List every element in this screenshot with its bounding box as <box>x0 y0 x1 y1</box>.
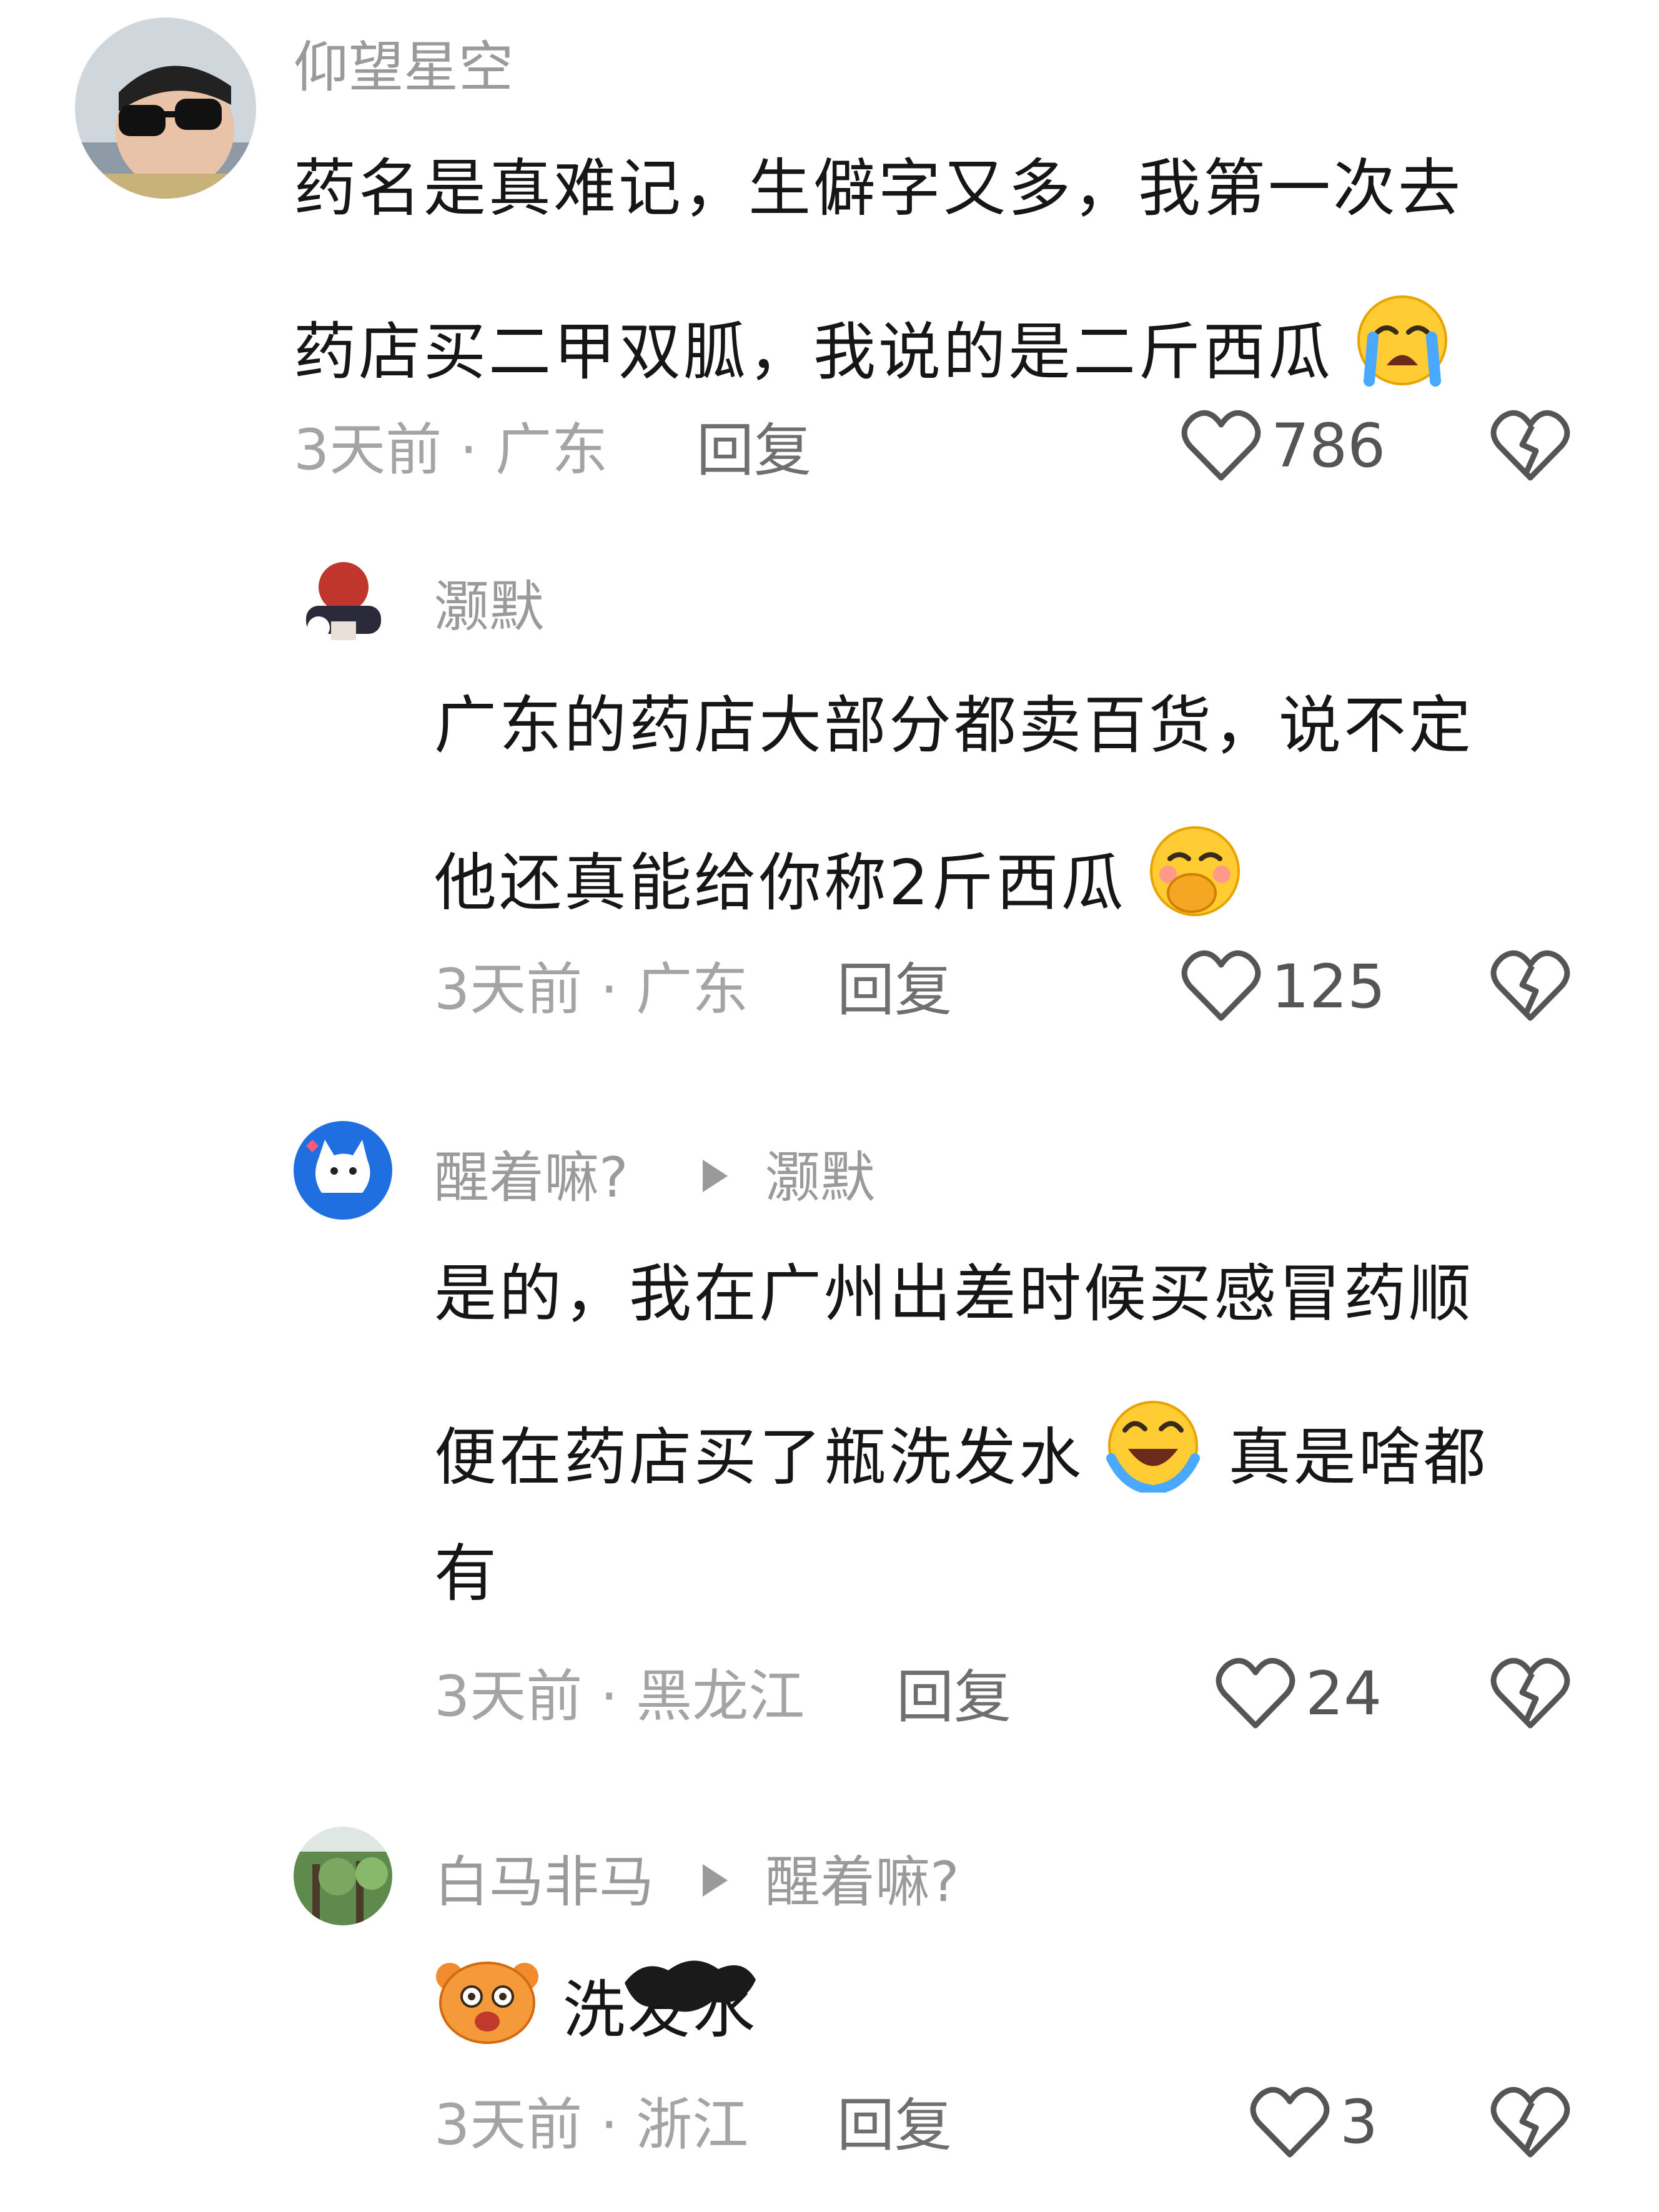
crying-face-icon <box>1355 294 1449 397</box>
scribble-overlay <box>618 1945 762 2027</box>
hand-over-mouth-face-icon <box>1148 824 1242 928</box>
reply-button[interactable]: 回复 <box>896 1669 1011 1726</box>
dislike-button[interactable] <box>1490 946 1571 1027</box>
like-count: 125 <box>1271 952 1386 1022</box>
like-button[interactable] <box>1215 1654 1296 1734</box>
username[interactable]: 白马非马 <box>434 1855 654 1910</box>
comment-text-line: 药名是真难记，生僻字又多，我第一次去 <box>294 152 1463 225</box>
comment-text-line: 药店买二甲双胍，我说的是二斤西瓜 <box>294 294 1449 397</box>
reply-button[interactable]: 回复 <box>837 2097 952 2155</box>
like-count: 3 <box>1340 2087 1379 2157</box>
dislike-button[interactable] <box>1490 406 1571 486</box>
bear-face-icon <box>434 1952 540 2055</box>
reply-to-username[interactable]: 醒着嘛? <box>765 1855 959 1910</box>
comment-time-location: 3天前 · 广东 <box>294 417 608 483</box>
username[interactable]: 醒着嘛? <box>434 1150 628 1205</box>
heart-outline-icon <box>1181 410 1261 481</box>
comment-text-line: 广东的药店大部分都卖百货，说不定 <box>434 689 1473 762</box>
avatar-yangwang[interactable] <box>75 17 256 199</box>
comment-text-line: 有 <box>434 1537 499 1610</box>
comment-text: 便在药店买了瓶洗发水 <box>434 1421 1084 1494</box>
broken-heart-icon <box>1490 1657 1570 1729</box>
comment-time-location: 3天前 · 浙江 <box>434 2092 749 2158</box>
broken-heart-icon <box>1490 2086 1570 2158</box>
comment-text-line: 便在药店买了瓶洗发水 真是啥都 <box>434 1399 1488 1503</box>
avatar-baima[interactable] <box>294 1827 392 1925</box>
reply-to-username[interactable]: 灏默 <box>765 1150 875 1205</box>
broken-heart-icon <box>1490 950 1570 1021</box>
play-arrow-icon <box>703 1864 728 1897</box>
like-button[interactable] <box>1181 946 1262 1027</box>
like-count: 786 <box>1271 411 1386 481</box>
reply-button[interactable]: 回复 <box>837 962 952 1019</box>
heart-outline-icon <box>1181 950 1261 1021</box>
username[interactable]: 灏默 <box>434 580 544 634</box>
reply-button[interactable]: 回复 <box>696 422 811 480</box>
comment-text-line: 是的，我在广州出差时候买感冒药顺 <box>434 1257 1473 1330</box>
dislike-button[interactable] <box>1490 2083 1571 2163</box>
like-button[interactable] <box>1249 2083 1330 2163</box>
rolling-laughing-face-icon <box>1106 1399 1200 1503</box>
comment-text: 他还真能给你称2斤西瓜 <box>434 846 1126 919</box>
dislike-button[interactable] <box>1490 1654 1571 1734</box>
avatar-haomo[interactable] <box>294 553 392 651</box>
username[interactable]: 仰望星空 <box>294 40 513 95</box>
comment-time-location: 3天前 · 黑龙江 <box>434 1664 805 1729</box>
heart-outline-icon <box>1216 1657 1295 1729</box>
comment-time-location: 3天前 · 广东 <box>434 957 749 1022</box>
play-arrow-icon <box>703 1160 728 1192</box>
like-count: 24 <box>1305 1659 1382 1729</box>
comment-text-line: 洗发水 <box>434 1952 758 2055</box>
heart-outline-icon <box>1250 2086 1330 2158</box>
broken-heart-icon <box>1490 410 1570 481</box>
avatar-xingzhe[interactable] <box>294 1121 392 1220</box>
comment-text-line: 他还真能给你称2斤西瓜 <box>434 824 1242 928</box>
comment-text: 真是啥都 <box>1228 1421 1488 1494</box>
comment-text: 药店买二甲双胍，我说的是二斤西瓜 <box>294 315 1333 388</box>
